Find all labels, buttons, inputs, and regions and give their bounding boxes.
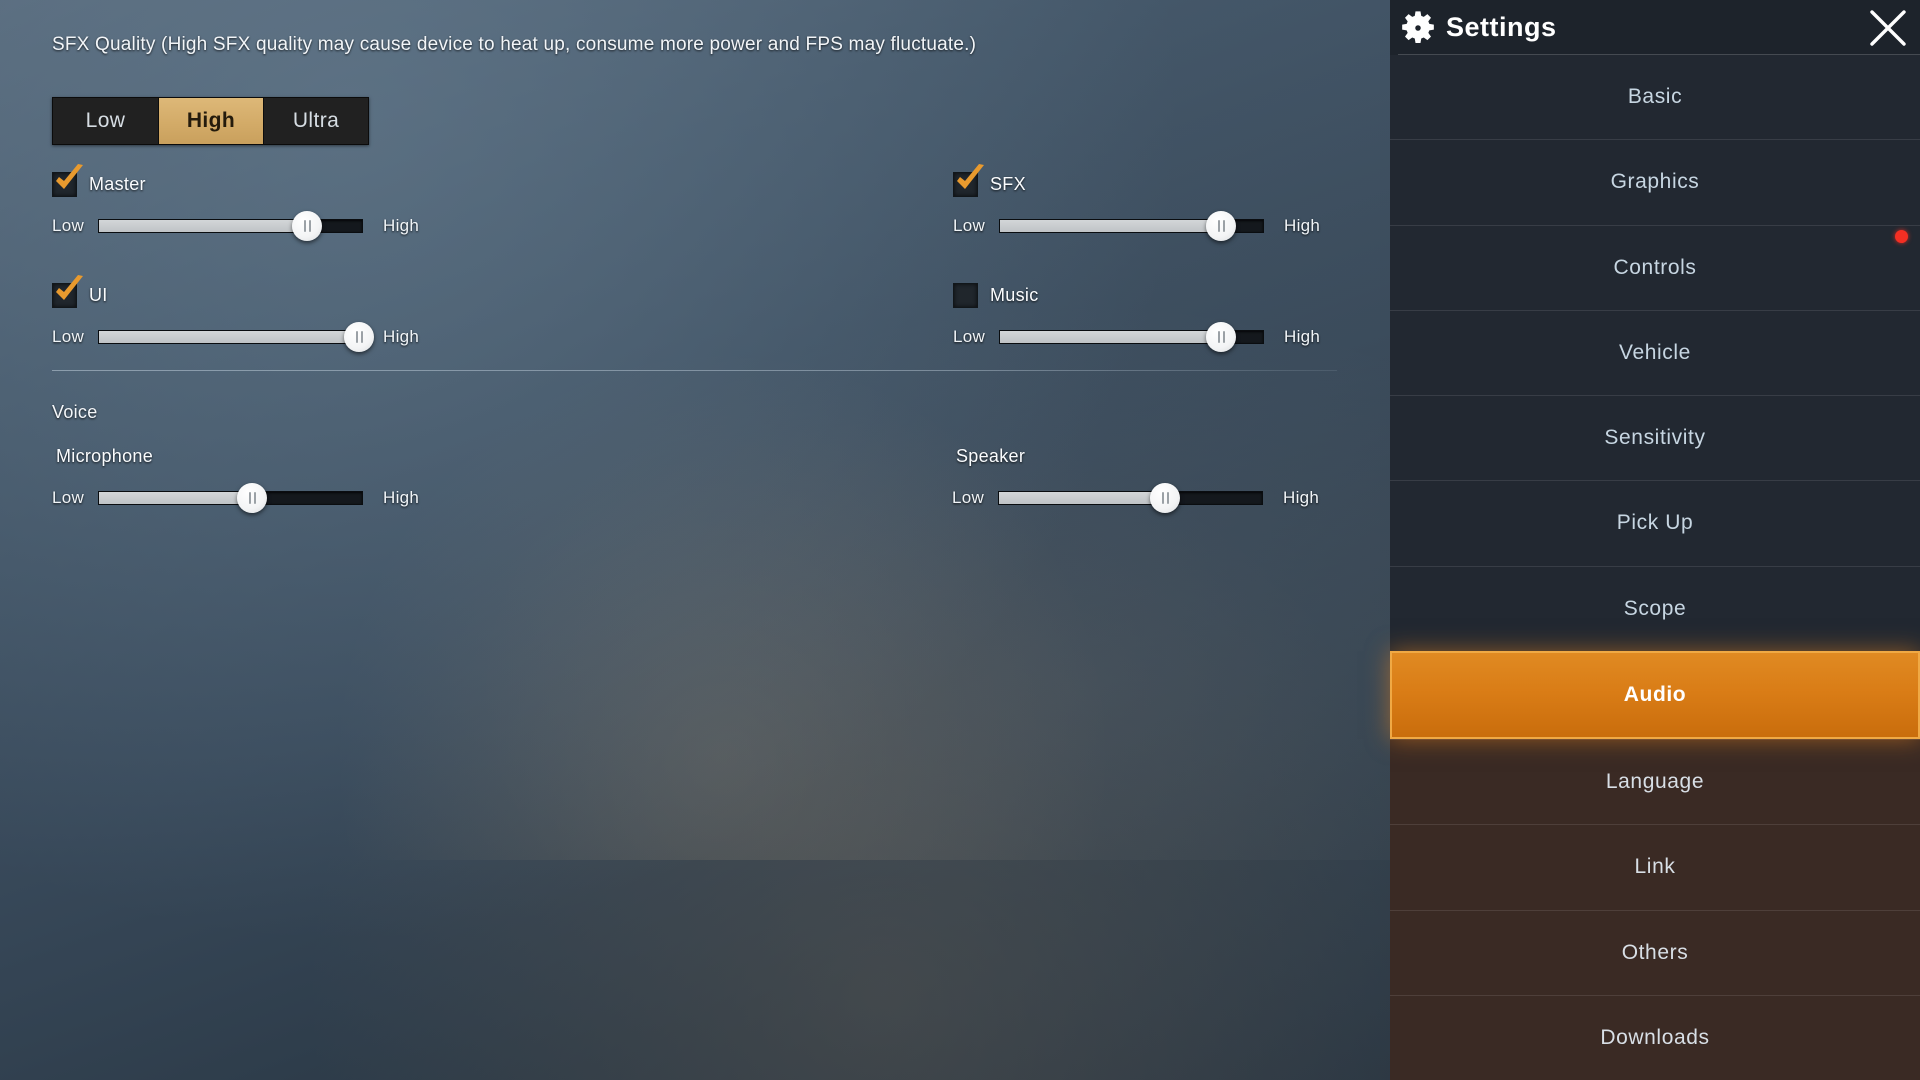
sidebar-item-sensitivity[interactable]: Sensitivity bbox=[1390, 395, 1920, 481]
speaker-high-label: High bbox=[1283, 488, 1320, 507]
sidebar-item-others[interactable]: Others bbox=[1390, 909, 1920, 995]
checkmark-icon bbox=[56, 274, 83, 300]
ui-checkbox[interactable] bbox=[52, 274, 83, 308]
music-channel-group: Music Low High bbox=[953, 282, 1320, 354]
sidebar-header: Settings bbox=[1390, 0, 1920, 55]
master-low-label: Low bbox=[52, 216, 85, 235]
sfx-quality-segmented-control[interactable]: Low High Ultra bbox=[52, 97, 369, 145]
ui-checkbox-row[interactable]: UI bbox=[52, 274, 419, 308]
music-high-label: High bbox=[1284, 327, 1321, 346]
settings-title: Settings bbox=[1446, 12, 1557, 42]
sidebar-item-link[interactable]: Link bbox=[1390, 824, 1920, 910]
music-low-label: Low bbox=[953, 327, 986, 346]
speaker-low-label: Low bbox=[952, 488, 985, 507]
sfx-slider-row[interactable]: Low High bbox=[953, 209, 1320, 243]
master-high-label: High bbox=[383, 216, 420, 235]
ui-high-label: High bbox=[383, 327, 420, 346]
master-slider-row[interactable]: Low High bbox=[52, 209, 419, 243]
sidebar-item-label: Graphics bbox=[1610, 170, 1700, 194]
music-label: Music bbox=[990, 284, 1039, 305]
microphone-high-label: High bbox=[383, 488, 420, 507]
sfx-quality-description: SFX Quality (High SFX quality may cause … bbox=[52, 34, 977, 55]
ui-label: UI bbox=[89, 284, 108, 305]
speaker-label: Speaker bbox=[956, 446, 1026, 466]
sidebar-item-label: Sensitivity bbox=[1604, 426, 1706, 450]
sidebar-item-label: Basic bbox=[1627, 85, 1683, 109]
speaker-group: Speaker Low High bbox=[952, 446, 1319, 515]
sfx-checkbox-row[interactable]: SFX bbox=[953, 163, 1320, 197]
music-slider-knob[interactable] bbox=[1205, 322, 1236, 352]
sidebar-item-label: Language bbox=[1605, 770, 1705, 794]
sfx-slider-knob[interactable] bbox=[1205, 211, 1236, 241]
sidebar-item-label: Scope bbox=[1623, 596, 1687, 620]
sidebar-nav-list: Basic Graphics Controls Vehicle Sensitivity P… bbox=[1390, 55, 1920, 1080]
sidebar-item-basic[interactable]: Basic bbox=[1390, 55, 1920, 140]
notification-badge bbox=[1895, 229, 1908, 243]
gear-icon bbox=[1402, 10, 1434, 43]
ui-low-label: Low bbox=[52, 327, 85, 346]
settings-sidebar: Settings Basic Graphics Controls Vehicle Sen… bbox=[1390, 0, 1920, 1080]
sidebar-item-downloads[interactable]: Downloads bbox=[1390, 994, 1920, 1080]
sidebar-item-graphics[interactable]: Graphics bbox=[1390, 139, 1920, 225]
voice-section-title: Voice bbox=[52, 402, 98, 422]
microphone-label: Microphone bbox=[56, 446, 154, 466]
sidebar-item-language[interactable]: Language bbox=[1390, 739, 1920, 825]
master-checkbox[interactable] bbox=[52, 163, 83, 197]
sfx-high-label: High bbox=[1284, 216, 1321, 235]
sfx-low-label: Low bbox=[953, 216, 986, 235]
sidebar-item-label: Pick Up bbox=[1616, 511, 1694, 535]
ui-slider-row[interactable]: Low High bbox=[52, 320, 419, 354]
sfx-slider-track[interactable] bbox=[999, 211, 1264, 241]
close-icon[interactable] bbox=[1866, 6, 1910, 50]
speaker-slider-row[interactable]: Low High bbox=[952, 481, 1319, 515]
master-label: Master bbox=[89, 173, 146, 194]
checkmark-icon bbox=[957, 163, 984, 189]
music-checkbox[interactable] bbox=[953, 282, 978, 308]
sfx-channel-group: SFX Low High bbox=[953, 163, 1320, 243]
microphone-slider-row[interactable]: Low High bbox=[52, 481, 419, 515]
sidebar-item-label: Link bbox=[1634, 855, 1676, 879]
master-slider-track[interactable] bbox=[98, 211, 363, 241]
ui-slider-knob[interactable] bbox=[344, 322, 375, 352]
sfx-checkbox[interactable] bbox=[953, 163, 984, 197]
sidebar-item-controls[interactable]: Controls bbox=[1390, 224, 1920, 310]
sidebar-item-label: Vehicle bbox=[1619, 340, 1691, 364]
sidebar-item-label: Downloads bbox=[1600, 1025, 1710, 1049]
microphone-slider-knob[interactable] bbox=[236, 483, 267, 513]
sidebar-item-label: Audio bbox=[1623, 682, 1687, 706]
master-slider-knob[interactable] bbox=[291, 211, 322, 241]
sfx-quality-option-ultra[interactable]: Ultra bbox=[263, 98, 368, 144]
microphone-slider-track[interactable] bbox=[98, 483, 363, 513]
audio-settings-panel: SFX Quality (High SFX quality may cause … bbox=[28, 6, 1364, 858]
master-checkbox-row[interactable]: Master bbox=[52, 163, 419, 197]
sidebar-item-label: Controls bbox=[1613, 255, 1697, 279]
microphone-group: Microphone Low High bbox=[52, 446, 419, 515]
music-slider-track[interactable] bbox=[999, 322, 1264, 352]
microphone-low-label: Low bbox=[52, 488, 85, 507]
sidebar-item-vehicle[interactable]: Vehicle bbox=[1390, 309, 1920, 395]
speaker-slider-knob[interactable] bbox=[1149, 483, 1180, 513]
sidebar-item-scope[interactable]: Scope bbox=[1390, 565, 1920, 651]
sfx-label: SFX bbox=[990, 173, 1026, 194]
sidebar-item-label: Others bbox=[1621, 940, 1689, 964]
sfx-quality-option-low[interactable]: Low bbox=[53, 98, 158, 144]
sfx-quality-option-high[interactable]: High bbox=[158, 98, 263, 144]
section-divider bbox=[52, 370, 1337, 371]
music-checkbox-row[interactable]: Music bbox=[953, 282, 1320, 308]
ui-channel-group: UI Low High bbox=[52, 274, 419, 354]
ui-slider-track[interactable] bbox=[98, 322, 375, 352]
sidebar-item-audio[interactable]: Audio bbox=[1390, 650, 1920, 739]
music-slider-row[interactable]: Low High bbox=[953, 320, 1320, 354]
master-channel-group: Master Low High bbox=[52, 163, 419, 243]
sidebar-item-pick-up[interactable]: Pick Up bbox=[1390, 480, 1920, 566]
checkmark-icon bbox=[56, 163, 83, 189]
speaker-slider-track[interactable] bbox=[998, 483, 1263, 513]
